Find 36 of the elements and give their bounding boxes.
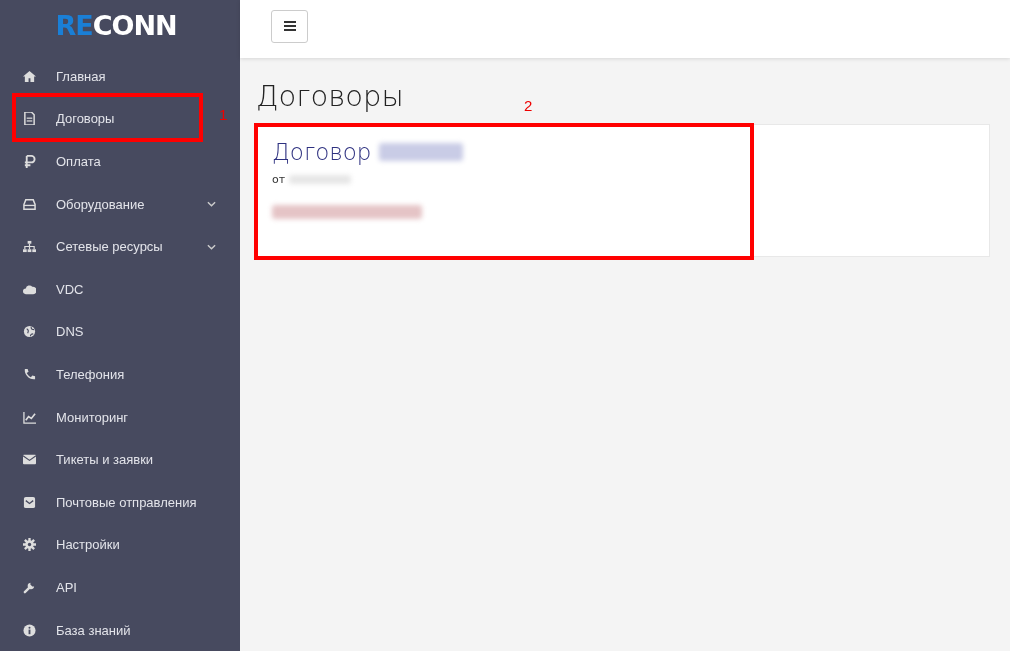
sidebar-item[interactable]: Тикеты и заявки: [0, 438, 216, 481]
sidebar-item[interactable]: Оплата: [0, 140, 216, 183]
annotation-number: 1: [219, 106, 228, 123]
page-title: Договоры: [256, 78, 404, 115]
contract-link[interactable]: Договор: [272, 139, 372, 165]
home-icon: [23, 69, 36, 83]
menu-icon: [283, 21, 296, 31]
menu-button[interactable]: [271, 9, 308, 43]
sidebar-item[interactable]: API: [0, 566, 216, 609]
cloud-icon: [23, 282, 36, 296]
sitemap-icon: [23, 240, 36, 254]
sidebar-item[interactable]: DNS: [0, 310, 216, 354]
mail-icon: [23, 495, 36, 509]
annotation-number: 2: [524, 97, 533, 114]
sidebar-item[interactable]: Главная: [0, 55, 216, 98]
sidebar-item[interactable]: Почтовые отправления: [0, 480, 216, 524]
wrench-icon: [23, 580, 36, 594]
document-icon: [23, 112, 36, 126]
ruble-icon: [23, 155, 36, 168]
globe-icon: [23, 325, 36, 339]
info-icon: [23, 623, 36, 637]
sidebar-item[interactable]: Мониторинг: [0, 395, 216, 439]
date-label: от: [272, 173, 286, 186]
envelope-icon: [23, 453, 36, 467]
sidebar-item[interactable]: База знаний: [0, 608, 216, 651]
gear-icon: [23, 538, 36, 552]
sidebar-item[interactable]: Телефония: [0, 353, 216, 396]
sidebar-item[interactable]: Оборудование: [0, 182, 216, 226]
drive-icon: [23, 197, 36, 211]
sidebar-item[interactable]: Сетевые ресурсы: [0, 225, 216, 268]
logo[interactable]: RECONN: [55, 10, 177, 42]
sidebar-item[interactable]: VDC: [0, 267, 216, 311]
phone-icon: [23, 367, 36, 381]
sidebar-item[interactable]: Настройки: [0, 523, 216, 567]
sidebar-item[interactable]: Договоры: [0, 97, 216, 141]
chart-icon: [23, 410, 36, 424]
